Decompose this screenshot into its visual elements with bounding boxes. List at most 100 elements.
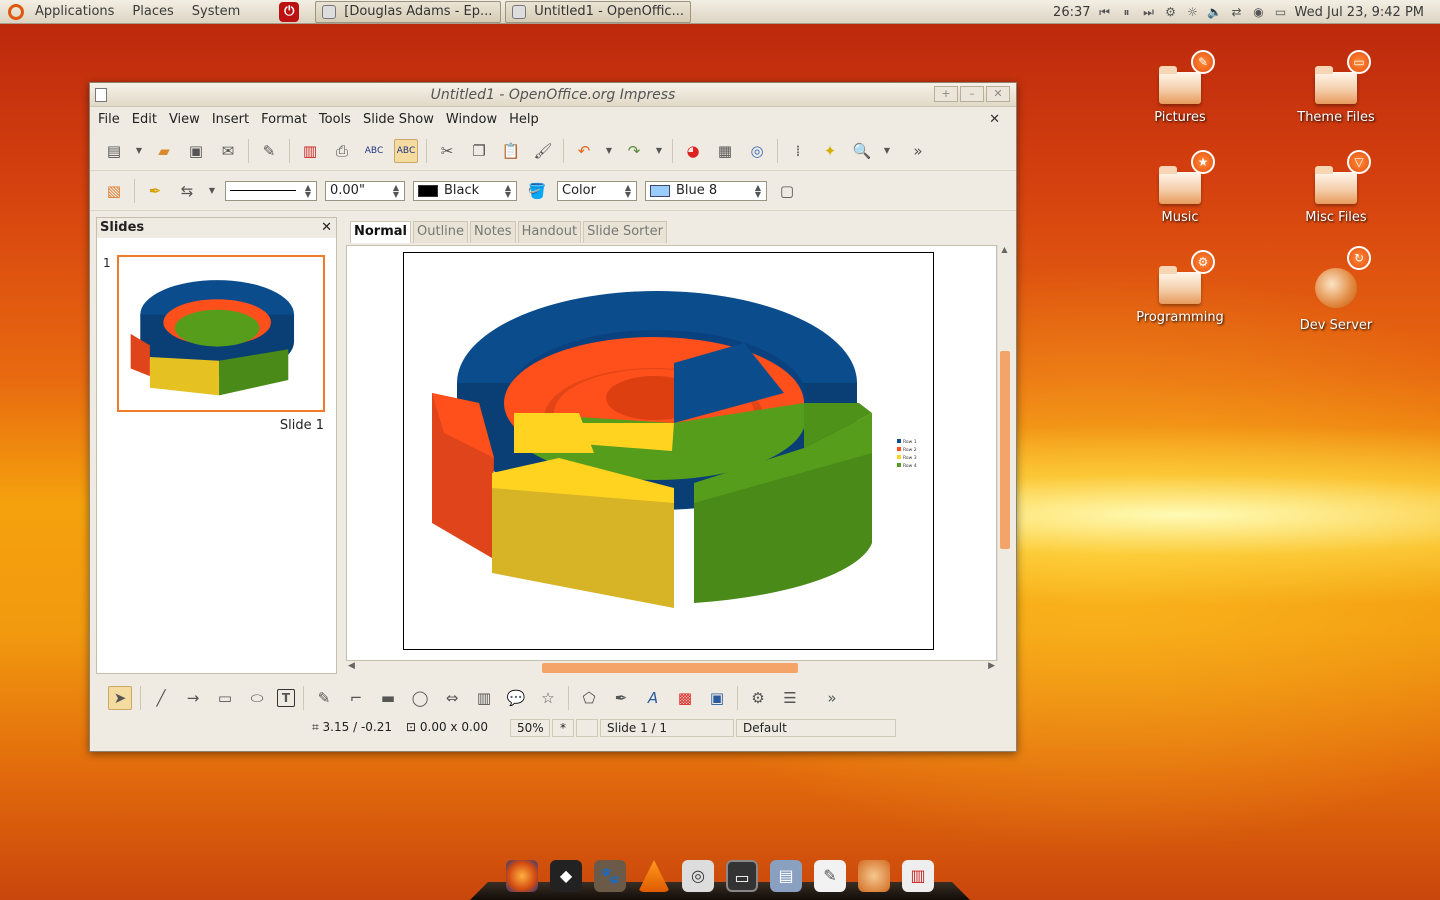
area-style-select[interactable]: Color ▲ ▼ xyxy=(557,180,637,201)
vlc-icon[interactable] xyxy=(638,860,670,892)
menu-slide-show[interactable]: Slide Show xyxy=(357,112,440,127)
rectangle-tool-icon[interactable]: ▭ xyxy=(213,686,237,710)
desktop-icon-pictures[interactable]: ✎ Pictures xyxy=(1125,50,1235,125)
media-player-icon[interactable]: ◎ xyxy=(682,860,714,892)
menu-applications[interactable]: Applications xyxy=(26,0,123,24)
zoom-level[interactable]: 50% xyxy=(510,719,550,737)
open-icon[interactable]: ▰ xyxy=(152,139,176,163)
cut-icon[interactable]: ✂ xyxy=(435,139,459,163)
tab-handout[interactable]: Handout xyxy=(517,221,582,243)
desktop-icon-dev-server[interactable]: ↻ Dev Server xyxy=(1281,246,1391,333)
desktop-icon-programming[interactable]: ⚙ Programming xyxy=(1125,250,1235,325)
helplines-icon[interactable]: ✦ xyxy=(818,139,842,163)
redo-dropdown-icon[interactable]: ▼ xyxy=(654,139,664,163)
tab-slide-sorter[interactable]: Slide Sorter xyxy=(583,221,667,243)
autospellcheck-icon[interactable]: ABC xyxy=(394,138,418,163)
task-button-browser[interactable]: [Douglas Adams - Ep... xyxy=(315,0,502,23)
zoom-icon[interactable]: 🔍 xyxy=(850,139,874,163)
fontwork-icon[interactable]: A xyxy=(641,686,665,710)
ubuntu-logo-icon[interactable] xyxy=(8,3,24,20)
grid-icon[interactable]: ⁞ xyxy=(786,139,810,163)
impress-icon[interactable]: ▥ xyxy=(902,860,934,892)
menu-insert[interactable]: Insert xyxy=(206,112,255,127)
shell-app-icon[interactable] xyxy=(858,860,890,892)
file-manager-icon[interactable]: ▤ xyxy=(770,860,802,892)
flowchart-icon[interactable]: ▥ xyxy=(472,686,496,710)
menu-file[interactable]: File xyxy=(92,112,126,127)
area-color-select[interactable]: Blue 8 ▲ ▼ xyxy=(645,180,767,201)
area-fill-icon[interactable]: 🪣 xyxy=(525,179,549,203)
menu-format[interactable]: Format xyxy=(255,112,313,127)
points-icon[interactable]: ⬠ xyxy=(577,686,601,710)
callouts-icon[interactable]: 💬 xyxy=(504,686,528,710)
tab-notes[interactable]: Notes xyxy=(470,221,516,243)
arrow-style-icon[interactable]: ⇆ xyxy=(175,179,199,203)
undo-icon[interactable]: ↶ xyxy=(572,139,596,163)
horizontal-scrollbar[interactable]: ◀ ▶ xyxy=(346,661,997,675)
previous-track-icon[interactable]: ⏮ xyxy=(1097,5,1113,19)
inkscape-icon[interactable]: ◆ xyxy=(550,860,582,892)
line-tool-icon[interactable]: ╱ xyxy=(149,686,173,710)
vertical-scroll-thumb[interactable] xyxy=(1000,351,1010,549)
table-icon[interactable]: ▦ xyxy=(713,139,737,163)
email-icon[interactable]: ✉ xyxy=(216,139,240,163)
drawbar-overflow-icon[interactable]: » xyxy=(820,686,844,710)
chart-icon[interactable]: ◕ xyxy=(681,139,705,163)
curve-tool-icon[interactable]: ✎ xyxy=(312,686,336,710)
copy-icon[interactable]: ❐ xyxy=(467,139,491,163)
minimize-button[interactable]: – xyxy=(960,86,984,102)
chart-object[interactable]: Row 1 Row 2 Row 3 Row 4 xyxy=(404,253,934,650)
3d-effects-icon[interactable]: ⚙ xyxy=(746,686,770,710)
slide-thumbnail[interactable] xyxy=(117,255,325,412)
weather-icon[interactable]: ☼ xyxy=(1185,5,1201,19)
volume-icon[interactable]: 🔈 xyxy=(1207,5,1223,19)
pause-icon[interactable]: ⏸ xyxy=(1119,5,1135,19)
navigator-icon[interactable]: ◎ xyxy=(745,139,769,163)
scroll-left-icon[interactable]: ◀ xyxy=(348,661,355,671)
menu-window[interactable]: Window xyxy=(440,112,503,127)
new-dropdown-icon[interactable]: ▼ xyxy=(134,139,144,163)
zoom-dropdown-icon[interactable]: ▼ xyxy=(882,139,892,163)
menu-system[interactable]: System xyxy=(183,0,249,24)
alignment-icon[interactable]: ☰ xyxy=(778,686,802,710)
desktop-icon-theme-files[interactable]: ▭ Theme Files xyxy=(1281,50,1391,125)
insert-object-icon[interactable]: ▣ xyxy=(705,686,729,710)
styles-icon[interactable]: ▧ xyxy=(102,179,126,203)
arrow-style-dropdown-icon[interactable]: ▼ xyxy=(207,179,217,203)
horizontal-scroll-thumb[interactable] xyxy=(542,663,798,673)
vertical-scrollbar[interactable]: ▲ xyxy=(997,245,1011,661)
block-arrows-icon[interactable]: ⇔ xyxy=(440,686,464,710)
line-style-select[interactable]: ▲ ▼ xyxy=(225,180,317,201)
tab-normal[interactable]: Normal xyxy=(350,221,411,243)
save-icon[interactable]: ▣ xyxy=(184,139,208,163)
paste-icon[interactable]: 📋 xyxy=(499,139,523,163)
desktop-icon-music[interactable]: ★ Music xyxy=(1125,150,1235,225)
arrow-tool-icon[interactable]: → xyxy=(181,686,205,710)
power-icon[interactable]: ⏻ xyxy=(279,1,300,22)
shadow-icon[interactable]: ▢ xyxy=(775,179,799,203)
scroll-right-icon[interactable]: ▶ xyxy=(988,661,995,671)
slide-canvas-area[interactable]: Row 1 Row 2 Row 3 Row 4 xyxy=(346,245,997,661)
line-width-input[interactable]: 0.00" ▲ ▼ xyxy=(325,180,405,201)
tab-outline[interactable]: Outline xyxy=(413,221,469,243)
line-color-select[interactable]: Black ▲ ▼ xyxy=(413,180,517,201)
desktop-icon-misc-files[interactable]: ▽ Misc Files xyxy=(1281,150,1391,225)
format-paintbrush-icon[interactable]: 🖌 xyxy=(531,139,555,163)
text-editor-icon[interactable]: ✎ xyxy=(814,860,846,892)
terminal-icon[interactable]: ▭ xyxy=(726,860,758,892)
connector-tool-icon[interactable]: ⌐ xyxy=(344,686,368,710)
menu-places[interactable]: Places xyxy=(123,0,182,24)
ellipse-tool-icon[interactable]: ⬭ xyxy=(245,686,269,710)
task-button-impress[interactable]: Untitled1 - OpenOffic... xyxy=(505,0,692,23)
close-pane-icon[interactable]: ✕ xyxy=(321,218,332,238)
redo-icon[interactable]: ↷ xyxy=(622,139,646,163)
menu-help[interactable]: Help xyxy=(503,112,545,127)
close-button[interactable]: ✕ xyxy=(986,86,1010,102)
select-arrow-icon[interactable]: ➤ xyxy=(108,686,132,710)
undo-dropdown-icon[interactable]: ▼ xyxy=(604,139,614,163)
insert-image-icon[interactable]: ▩ xyxy=(673,686,697,710)
clock[interactable]: Wed Jul 23, 9:42 PM xyxy=(1295,5,1424,20)
settings-icon[interactable]: ⚙ xyxy=(1163,5,1179,19)
update-icon[interactable]: ◉ xyxy=(1251,5,1267,19)
glue-points-icon[interactable]: ✒ xyxy=(609,686,633,710)
